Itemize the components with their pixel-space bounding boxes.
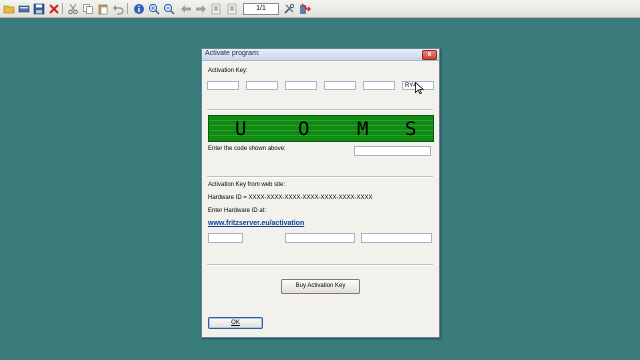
close-button[interactable]: x xyxy=(422,50,437,60)
key-field-3[interactable] xyxy=(285,81,317,90)
web-section-label: Activation Key from web site: xyxy=(208,182,286,188)
captcha-char: U xyxy=(235,118,247,140)
web-key-field-3[interactable] xyxy=(361,233,432,243)
tools-icon[interactable] xyxy=(282,2,295,15)
cut-icon[interactable] xyxy=(66,2,79,15)
buy-activation-key-button[interactable]: Buy Activation Key xyxy=(281,279,360,294)
activate-dialog: Activate program: x Activation Key: RY4 … xyxy=(201,48,440,338)
toolbar: 1/1 xyxy=(0,0,640,18)
captcha-char: M xyxy=(357,118,369,140)
key-field-5[interactable] xyxy=(363,81,395,90)
ok-button[interactable]: OK xyxy=(208,317,263,329)
undo-icon[interactable] xyxy=(111,2,124,15)
page-indicator[interactable]: 1/1 xyxy=(243,3,279,15)
mouse-cursor-icon xyxy=(415,82,424,94)
last-page-icon[interactable] xyxy=(225,2,238,15)
copy-icon[interactable] xyxy=(81,2,94,15)
activation-url-link[interactable]: www.fritzserver.eu/activation xyxy=(208,220,304,227)
zoom-in-icon[interactable] xyxy=(147,2,160,15)
key-field-1[interactable] xyxy=(207,81,239,90)
divider xyxy=(207,264,433,266)
captcha-image: U O M S xyxy=(208,115,434,142)
zoom-out-icon[interactable] xyxy=(162,2,175,15)
divider xyxy=(207,176,433,178)
first-page-icon[interactable] xyxy=(209,2,222,15)
captcha-code-input[interactable] xyxy=(354,146,431,156)
activation-key-label: Activation Key: xyxy=(208,68,248,74)
ok-button-label: OK xyxy=(231,320,240,326)
key-field-2[interactable] xyxy=(246,81,278,90)
hardware-id-label: Hardware ID = XXXX-XXXX-XXXX-XXXX-XXXX-X… xyxy=(208,195,373,201)
back-arrow-icon[interactable] xyxy=(179,2,192,15)
enter-hardware-label: Enter Hardware ID at: xyxy=(208,208,267,214)
web-key-field-2[interactable] xyxy=(285,233,355,243)
info-icon[interactable] xyxy=(132,2,145,15)
dialog-titlebar: Activate program: x xyxy=(202,49,439,61)
captcha-char: S xyxy=(405,118,417,140)
web-key-field-1[interactable] xyxy=(208,233,243,243)
scan-icon[interactable] xyxy=(17,2,30,15)
key-field-4[interactable] xyxy=(324,81,356,90)
delete-icon[interactable] xyxy=(47,2,60,15)
exit-icon[interactable] xyxy=(298,2,311,15)
captcha-char: O xyxy=(298,118,310,140)
save-icon[interactable] xyxy=(32,2,45,15)
code-prompt-label: Enter the code shown above: xyxy=(208,146,286,152)
paste-icon[interactable] xyxy=(96,2,109,15)
divider xyxy=(207,109,433,111)
dialog-title: Activate program: xyxy=(205,50,260,57)
open-folder-icon[interactable] xyxy=(2,2,15,15)
forward-arrow-icon[interactable] xyxy=(194,2,207,15)
